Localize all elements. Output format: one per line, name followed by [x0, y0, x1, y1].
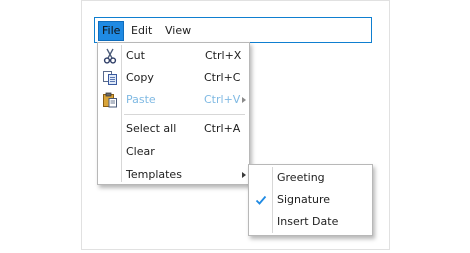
templates-submenu: Greeting Signature Insert Date	[248, 164, 373, 236]
submenu-item-greeting[interactable]: Greeting	[249, 167, 372, 189]
menu-item-cut[interactable]: Cut Ctrl+X	[98, 45, 249, 67]
submenu-item-insert-date[interactable]: Insert Date	[249, 211, 372, 233]
menu-item-shortcut: Ctrl+X	[205, 49, 242, 62]
menu-item-label: Signature	[277, 193, 331, 206]
menu-item-copy[interactable]: Copy Ctrl+C	[98, 67, 249, 89]
menu-item-label: Copy	[126, 71, 154, 84]
menu-item-select-all[interactable]: Select all Ctrl+A	[98, 118, 249, 140]
menu-item-label: Clear	[126, 145, 155, 158]
menu-bar: File Edit View	[94, 17, 372, 43]
menu-item-templates[interactable]: Templates	[98, 164, 249, 186]
menu-separator	[124, 114, 245, 115]
menu-item-label: Greeting	[277, 171, 325, 184]
paste-icon	[102, 92, 118, 108]
menu-item-label: Templates	[126, 168, 182, 181]
menu-item-clear[interactable]: Clear	[98, 141, 249, 163]
submenu-arrow-icon	[242, 97, 246, 103]
copy-icon	[102, 70, 118, 86]
menu-item-shortcut: Ctrl+V	[204, 93, 241, 106]
menu-item-label: Select all	[126, 122, 177, 135]
menu-view[interactable]: View	[162, 21, 194, 41]
scissors-icon	[102, 48, 118, 64]
menu-item-label: Paste	[126, 93, 156, 106]
menu-item-shortcut: Ctrl+A	[204, 122, 241, 135]
submenu-arrow-icon	[242, 172, 246, 178]
menu-item-shortcut: Ctrl+C	[204, 71, 241, 84]
submenu-item-signature[interactable]: Signature	[249, 189, 372, 211]
file-dropdown-menu: Cut Ctrl+X Copy Ctrl+C Paste Ctrl+V Sele…	[97, 42, 250, 185]
menu-item-label: Cut	[126, 49, 145, 62]
menu-file[interactable]: File	[98, 21, 125, 41]
menu-item-paste[interactable]: Paste Ctrl+V	[98, 89, 249, 111]
menu-item-label: Insert Date	[277, 215, 339, 228]
checkmark-icon	[255, 194, 267, 206]
menu-edit[interactable]: Edit	[128, 21, 155, 41]
